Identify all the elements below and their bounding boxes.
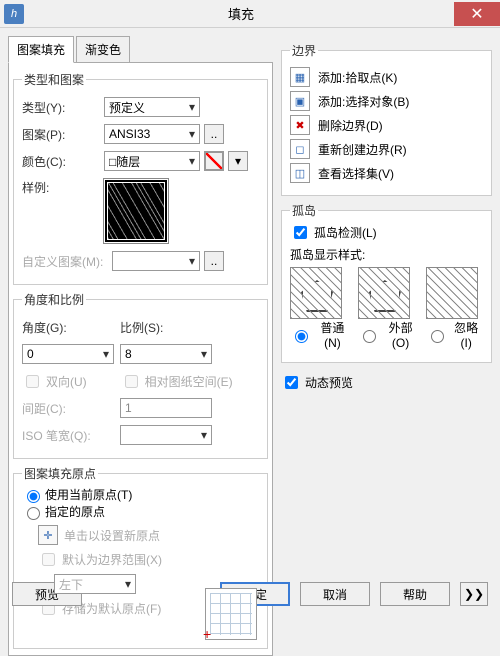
legend-origin: 图案填充原点 (22, 465, 98, 482)
crosshair-icon: ✛ (43, 529, 52, 542)
island-outer-thumb[interactable] (358, 267, 410, 319)
angle-label: 角度(G): (22, 319, 120, 336)
custom-pattern-combo (112, 251, 200, 271)
default-boundary-checkbox: 默认为边界范围(X) (38, 550, 259, 569)
legend-boundary: 边界 (290, 42, 318, 59)
view-icon: ◫ (295, 167, 305, 180)
add-pick-icon: ▦ (295, 71, 305, 84)
recreate-icon: ◻ (295, 143, 304, 156)
click-new-origin-label: 单击以设置新原点 (64, 527, 160, 544)
cancel-button[interactable]: 取消 (300, 582, 370, 606)
island-ignore-thumb[interactable] (426, 267, 478, 319)
spacing-input: 1 (120, 398, 212, 418)
type-label: 类型(Y): (22, 99, 104, 116)
add-select-button[interactable]: ▣ (290, 91, 310, 111)
legend-islands: 孤岛 (290, 202, 318, 219)
origin-use-current[interactable]: 使用当前原点(T) (22, 486, 259, 503)
recreate-label: 重新创建边界(R) (318, 141, 407, 158)
legend-type-pattern: 类型和图案 (22, 71, 86, 88)
spacing-label: 间距(C): (22, 400, 120, 417)
tab-hatch[interactable]: 图案填充 (8, 36, 74, 63)
add-select-label: 添加:选择对象(B) (318, 93, 409, 110)
rel-paper-checkbox: 相对图纸空间(E) (121, 372, 233, 391)
recreate-boundary-button[interactable]: ◻ (290, 139, 310, 159)
custom-pattern-browse: .. (204, 251, 224, 271)
type-combo[interactable]: 预定义 (104, 97, 200, 117)
pick-origin-button: ✛ (38, 525, 58, 545)
help-button[interactable]: 帮助 (380, 582, 450, 606)
dynamic-preview-checkbox[interactable]: 动态预览 (281, 373, 492, 392)
add-pick-point-button[interactable]: ▦ (290, 67, 310, 87)
pattern-combo[interactable]: ANSI33 (104, 124, 200, 144)
view-selection-button[interactable]: ◫ (290, 163, 310, 183)
origin-thumbnail: + (205, 588, 257, 640)
close-button[interactable]: ✕ (454, 2, 500, 26)
color-combo[interactable]: □随层 (104, 151, 200, 171)
double-checkbox: 双向(U) (22, 372, 87, 391)
view-selection-label: 查看选择集(V) (318, 165, 394, 182)
tab-bar: 图案填充 渐变色 (8, 36, 273, 63)
angle-combo[interactable]: 0 (22, 344, 114, 364)
pattern-label: 图案(P): (22, 126, 104, 143)
color-swatch-button[interactable] (204, 151, 224, 171)
swatch-icon (205, 152, 223, 170)
island-detect-checkbox[interactable]: 孤岛检测(L) (290, 223, 483, 242)
island-style-label: 孤岛显示样式: (290, 246, 483, 263)
custom-pattern-label: 自定义图案(M): (22, 253, 112, 270)
scale-label: 比例(S): (120, 319, 218, 336)
add-select-icon: ▣ (295, 95, 305, 108)
delete-icon: ✖ (295, 119, 304, 132)
tab-gradient[interactable]: 渐变色 (76, 36, 130, 62)
island-normal-radio[interactable]: 普通(N) (290, 319, 352, 350)
delete-boundary-label: 删除边界(D) (318, 117, 383, 134)
iso-label: ISO 笔宽(Q): (22, 427, 120, 444)
color-label: 颜色(C): (22, 153, 104, 170)
island-ignore-radio[interactable]: 忽略(I) (426, 319, 483, 350)
island-outer-radio[interactable]: 外部(O) (358, 319, 420, 350)
scale-combo[interactable]: 8 (120, 344, 212, 364)
legend-angle-scale: 角度和比例 (22, 291, 86, 308)
pattern-browse-button[interactable]: .. (204, 124, 224, 144)
color-dropdown-button[interactable]: ▾ (228, 151, 248, 171)
pattern-sample[interactable] (104, 179, 168, 243)
delete-boundary-button[interactable]: ✖ (290, 115, 310, 135)
origin-specified[interactable]: 指定的原点 (22, 503, 259, 520)
app-icon: h (4, 4, 24, 24)
window-title: 填充 (28, 4, 454, 23)
add-pick-label: 添加:拾取点(K) (318, 69, 397, 86)
expand-button[interactable]: ❯❯ (460, 582, 488, 606)
origin-pos-combo: 左下 (54, 574, 136, 594)
origin-marker-icon: + (203, 626, 211, 642)
iso-combo (120, 425, 212, 445)
island-normal-thumb[interactable] (290, 267, 342, 319)
sample-label: 样例: (22, 179, 104, 196)
